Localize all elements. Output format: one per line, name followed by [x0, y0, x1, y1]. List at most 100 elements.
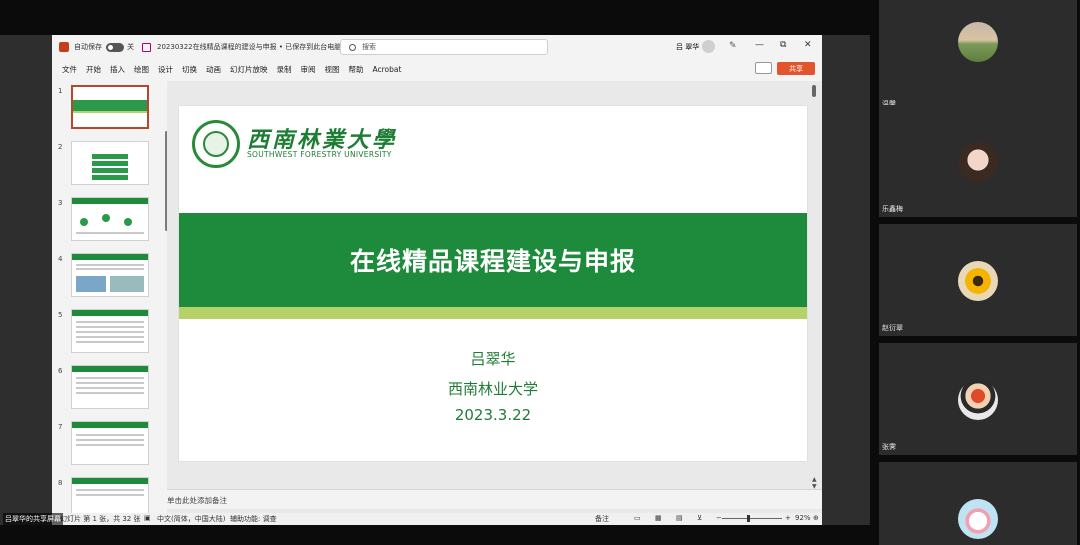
scroll-arrows[interactable]: ▲ ▼ [812, 476, 817, 490]
reading-view-icon[interactable]: ▤ [676, 514, 683, 522]
slide-thumbnail[interactable] [71, 197, 149, 241]
zoom-out-icon[interactable]: − [716, 514, 722, 522]
comments-button[interactable] [755, 62, 772, 74]
restore-button[interactable]: ⧉ [780, 40, 786, 50]
sharer-label: 吕翠华的共享屏幕 [3, 513, 63, 525]
thumbnail-row[interactable]: 4 [52, 253, 167, 305]
thumbnail-number: 6 [58, 367, 63, 375]
slide-counter: 幻灯片 第 1 张，共 32 张 [60, 515, 141, 523]
slideshow-icon[interactable]: ⊻ [697, 514, 702, 522]
slide-thumbnail[interactable] [71, 421, 149, 465]
tab-review[interactable]: 审阅 [301, 64, 316, 75]
thumbnail-row[interactable]: 2 [52, 141, 167, 193]
accessibility-status-icon[interactable]: ▣ [144, 514, 151, 522]
fit-slide-icon[interactable]: ⊕ [813, 514, 819, 522]
tab-insert[interactable]: 插入 [110, 64, 125, 75]
participant-tile[interactable]: 张霁 [879, 343, 1077, 455]
close-button[interactable]: ✕ [804, 40, 812, 50]
ribbon-tabs: 文件 开始 插入 绘图 设计 切换 动画 幻灯片放映 录制 审阅 视图 帮助 A… [52, 61, 822, 77]
participant-name: 张霁 [882, 443, 896, 451]
tab-draw[interactable]: 绘图 [134, 64, 149, 75]
slide-title: 在线精品课程建设与申报 [349, 247, 636, 276]
notes-placeholder: 单击此处添加备注 [167, 496, 227, 505]
participant-avatar [958, 142, 998, 182]
participant-avatar [958, 261, 998, 301]
participant-tile[interactable]: 赵衍翠 [879, 224, 1077, 336]
share-button[interactable]: 共享 [777, 62, 815, 75]
participant-tile[interactable]: 温馨 [879, 0, 1077, 112]
thumbnail-number: 4 [58, 255, 63, 263]
autosave-label: 自动保存 [74, 43, 102, 51]
participant-avatar [958, 499, 998, 539]
canvas-scrollbar[interactable] [812, 85, 816, 97]
thumbnail-number: 5 [58, 311, 63, 319]
tab-view[interactable]: 视图 [325, 64, 340, 75]
notes-pane[interactable]: 单击此处添加备注 [167, 489, 822, 509]
participant-name: 乐鑫梅 [882, 205, 903, 213]
thumbnail-row[interactable]: 8 [52, 477, 167, 513]
autosave-toggle[interactable] [106, 42, 124, 52]
tab-home[interactable]: 开始 [86, 64, 101, 75]
thumbnail-row[interactable]: 5 [52, 309, 167, 361]
participant-avatar [958, 380, 998, 420]
thumbnail-pane: 1 2 3 4 5 6 7 8 [52, 81, 167, 513]
language-indicator[interactable]: 中文(简体，中国大陆) [157, 514, 225, 524]
tab-acrobat[interactable]: Acrobat [373, 65, 402, 74]
thumbnail-number: 2 [58, 143, 63, 151]
tab-animations[interactable]: 动画 [206, 64, 221, 75]
participant-tile[interactable]: 乐鑫梅 [879, 105, 1077, 217]
notes-button[interactable]: 备注 [595, 514, 609, 524]
tab-transitions[interactable]: 切换 [182, 64, 197, 75]
zoom-in-icon[interactable]: + [785, 514, 791, 522]
shared-screen: 自动保存 关 20230322在线精品课程的建设与申报 • 已保存到此台电脑 搜… [0, 35, 870, 525]
author-name: 吕翠华 [470, 350, 516, 368]
slide-thumbnail[interactable] [71, 477, 149, 513]
save-icon[interactable] [142, 42, 151, 52]
slide-sorter-icon[interactable]: ▦ [655, 514, 662, 522]
accessibility-status[interactable]: 辅助功能: 调查 [230, 514, 277, 524]
slide-canvas: 西南林業大學 SOUTHWEST FORESTRY UNIVERSITY 在线精… [167, 81, 822, 525]
normal-view-icon[interactable]: ▭ [634, 514, 641, 522]
participant-tile[interactable] [879, 462, 1077, 545]
pen-icon[interactable]: ✎ [729, 41, 737, 51]
tab-slideshow[interactable]: 幻灯片放映 [230, 64, 268, 75]
tab-help[interactable]: 帮助 [349, 64, 364, 75]
thumbnail-number: 3 [58, 199, 63, 207]
thumbnail-number: 1 [58, 87, 63, 95]
autosave-state: 关 [127, 43, 134, 51]
tab-file[interactable]: 文件 [62, 64, 77, 75]
accent-stripe [179, 307, 807, 319]
powerpoint-logo-icon [59, 42, 69, 52]
slide-thumbnail[interactable] [71, 85, 149, 129]
status-bar: 幻灯片 第 1 张，共 32 张 ▣ 中文(简体，中国大陆) 辅助功能: 调查 … [52, 513, 822, 525]
participant-avatar [958, 22, 998, 62]
current-slide[interactable]: 西南林業大學 SOUTHWEST FORESTRY UNIVERSITY 在线精… [179, 106, 807, 461]
user-avatar[interactable] [702, 40, 715, 53]
tab-design[interactable]: 设计 [158, 64, 173, 75]
tab-record[interactable]: 录制 [277, 64, 292, 75]
thumbnail-row[interactable]: 6 [52, 365, 167, 417]
zoom-slider-knob[interactable] [747, 515, 750, 522]
search-placeholder: 搜索 [362, 43, 376, 51]
slide-thumbnail[interactable] [71, 141, 149, 185]
slide-thumbnail[interactable] [71, 365, 149, 409]
user-name[interactable]: 吕 翠华 [676, 42, 699, 52]
minimize-button[interactable]: — [755, 40, 764, 50]
participant-name: 赵衍翠 [882, 324, 903, 332]
thumbnail-row[interactable]: 7 [52, 421, 167, 473]
university-seal-logo [192, 120, 240, 168]
zoom-level[interactable]: 92% [795, 514, 811, 522]
slide-thumbnail[interactable] [71, 253, 149, 297]
zoom-slider[interactable] [722, 518, 782, 519]
university-name-en: SOUTHWEST FORESTRY UNIVERSITY [247, 150, 392, 159]
powerpoint-window: 自动保存 关 20230322在线精品课程的建设与申报 • 已保存到此台电脑 搜… [52, 35, 822, 525]
thumbnail-number: 8 [58, 479, 63, 487]
presentation-date: 2023.3.22 [454, 406, 532, 424]
document-title[interactable]: 20230322在线精品课程的建设与申报 • 已保存到此台电脑 [157, 42, 341, 52]
search-icon [349, 43, 356, 51]
slide-thumbnail[interactable] [71, 309, 149, 353]
thumbnail-number: 7 [58, 423, 63, 431]
thumbnail-row[interactable]: 1 [52, 85, 167, 137]
thumbnail-row[interactable]: 3 [52, 197, 167, 249]
search-box[interactable]: 搜索 [340, 39, 548, 55]
